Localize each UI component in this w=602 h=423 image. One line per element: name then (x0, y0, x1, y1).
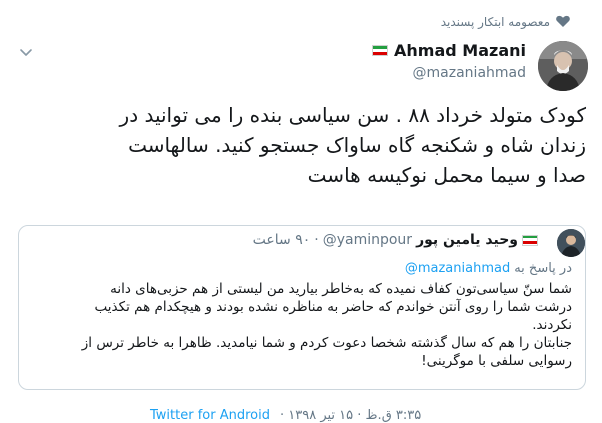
quoted-text-line: شما سنّ سیاسی‌تون کفاف نمیده که به‌خاطر … (110, 281, 572, 297)
tweet-text-line: زندان شاه و شکنجه گاه ساواک جستجو کنید. … (128, 133, 586, 157)
iran-flag-icon (522, 234, 538, 246)
reply-prefix: در پاسخ به (514, 261, 572, 276)
quoted-tweet-header: وحید یامین پور @yaminpour · ۹۰ ساعت (253, 232, 538, 248)
author-display-name[interactable]: Ahmad Mazani (394, 41, 526, 60)
reply-to-handle[interactable]: @mazaniahmad (405, 261, 510, 276)
chevron-down-icon[interactable] (18, 44, 34, 60)
tweet-footer: Twitter for Android ۳:۳۵ ق.ظ · ۱۵ تیر ۱۳… (150, 408, 421, 423)
quoted-text-line: نکردند. (532, 317, 572, 333)
tweet-text: کودک متولد خرداد ۸۸ . سن سیاسی بنده را م… (12, 100, 586, 190)
tweet-source-link[interactable]: Twitter for Android (150, 408, 270, 423)
tweet-text-line: کودک متولد خرداد ۸۸ . سن سیاسی بنده را م… (119, 103, 586, 127)
tweet-timestamp[interactable]: ۳:۳۵ ق.ظ · ۱۵ تیر ۱۳۹۸ · (280, 408, 421, 423)
author-name-row: Ahmad Mazani (372, 41, 526, 60)
quoted-author-avatar[interactable] (557, 229, 585, 257)
heart-icon (556, 15, 570, 27)
quoted-text-line: رسوایی سلفی با موگرینی! (421, 353, 572, 369)
quoted-tweet-text: شما سنّ سیاسی‌تون کفاف نمیده که به‌خاطر … (27, 280, 572, 370)
liked-by-text[interactable]: معصومه ابتکار پسندید (441, 15, 550, 29)
quoted-text-line: درشت شما را روی آنتن خواندم که حاضر به م… (94, 299, 572, 315)
quoted-text-line: جنابتان را هم که سال گذشته شخصا دعوت کرد… (81, 335, 572, 351)
separator-dot: · (314, 232, 319, 248)
quoted-author-handle[interactable]: @yaminpour (323, 232, 412, 248)
author-handle[interactable]: @mazaniahmad (413, 65, 526, 81)
quoted-author-name[interactable]: وحید یامین پور (416, 232, 518, 248)
iran-flag-icon (372, 45, 389, 56)
tweet-text-line: صدا و سیما محمل نوکیسه هاست (307, 163, 586, 187)
reply-context: در پاسخ به @mazaniahmad (405, 261, 572, 276)
author-avatar[interactable] (538, 41, 588, 91)
quoted-tweet-time[interactable]: ۹۰ ساعت (253, 232, 311, 248)
